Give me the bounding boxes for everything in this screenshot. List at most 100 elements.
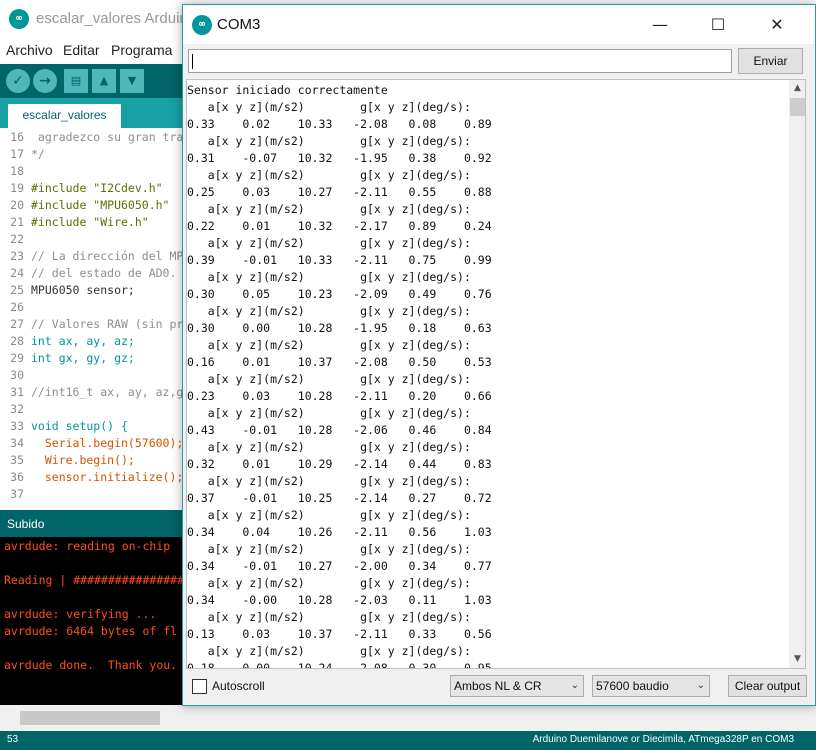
line-number: 18 <box>10 164 24 178</box>
console-line: avrdude done. Thank you. <box>4 658 178 672</box>
header-line: a[x y z](m/s2) g[x y z](deg/s): <box>187 338 471 352</box>
serial-input-field[interactable] <box>188 49 732 73</box>
reading-line: 0.30 0.05 10.23 -2.09 0.49 0.76 <box>187 287 492 301</box>
open-sketch-icon[interactable]: ▲ <box>92 69 116 93</box>
line-number: 31 <box>10 385 24 399</box>
header-line: a[x y z](m/s2) g[x y z](deg/s): <box>187 542 471 556</box>
code-text: //int16_t ax, ay, az,g <box>31 385 184 399</box>
line-ending-select[interactable]: Ambos NL & CR ⌄ <box>450 675 584 697</box>
maximize-button[interactable]: ☐ <box>695 5 741 44</box>
baud-rate-select[interactable]: 57600 baudio ⌄ <box>592 675 710 697</box>
code-text: #include "MPU6050.h" <box>31 198 170 212</box>
menu-archivo[interactable]: Archivo <box>6 42 53 58</box>
reading-line: 0.18 0.00 10.24 -2.08 0.30 0.95 <box>187 661 492 669</box>
line-number: 22 <box>10 232 24 246</box>
line-number: 24 <box>10 266 24 280</box>
line-number: 32 <box>10 402 24 416</box>
close-button[interactable]: ✕ <box>754 5 800 44</box>
reading-line: 0.34 -0.01 10.27 -2.00 0.34 0.77 <box>187 559 492 573</box>
line-number: 33 <box>10 419 24 433</box>
reading-line: 0.37 -0.01 10.25 -2.14 0.27 0.72 <box>187 491 492 505</box>
reading-line: 0.30 0.00 10.28 -1.95 0.18 0.63 <box>187 321 492 335</box>
header-line: a[x y z](m/s2) g[x y z](deg/s): <box>187 406 471 420</box>
line-number: 16 <box>10 130 24 144</box>
header-line: a[x y z](m/s2) g[x y z](deg/s): <box>187 576 471 590</box>
arduino-logo-icon: ∞ <box>9 9 29 29</box>
code-text: int ax, ay, az; <box>31 334 135 348</box>
header-line: a[x y z](m/s2) g[x y z](deg/s): <box>187 134 471 148</box>
scrollbar-thumb[interactable] <box>790 98 805 116</box>
reading-line: 0.16 0.01 10.37 -2.08 0.50 0.53 <box>187 355 492 369</box>
serial-monitor-title-bar: ∞ COM3 — ☐ ✕ <box>183 5 815 44</box>
upload-icon[interactable]: → <box>33 69 57 93</box>
menu-programa[interactable]: Programa <box>111 42 172 58</box>
serial-output-area[interactable]: Sensor iniciado correctamente a[x y z](m… <box>186 79 806 669</box>
serial-monitor-window: ∞ COM3 — ☐ ✕ Enviar Sensor iniciado corr… <box>182 4 816 706</box>
new-sketch-icon[interactable]: ▤ <box>64 69 88 93</box>
code-text: void setup() { <box>31 419 128 433</box>
line-ending-value: Ambos NL & CR <box>454 679 542 693</box>
code-text: #include "I2Cdev.h" <box>31 181 163 195</box>
scroll-down-icon[interactable]: ▼ <box>789 651 805 668</box>
header-line: a[x y z](m/s2) g[x y z](deg/s): <box>187 304 471 318</box>
header-line: a[x y z](m/s2) g[x y z](deg/s): <box>187 610 471 624</box>
reading-line: 0.34 -0.00 10.28 -2.03 0.11 1.03 <box>187 593 492 607</box>
console-horizontal-scrollbar[interactable] <box>0 705 816 731</box>
code-text: sensor.initialize(); <box>31 470 184 484</box>
code-text: // Valores RAW (sin pr <box>31 317 184 331</box>
line-number: 23 <box>10 249 24 263</box>
line-number: 36 <box>10 470 24 484</box>
code-text: */ <box>31 147 45 161</box>
ide-footer: 53 Arduino Duemilanove or Diecimila, ATm… <box>0 731 816 750</box>
ide-window-title: escalar_valores Arduino <box>36 10 197 27</box>
minimize-button[interactable]: — <box>637 5 683 44</box>
line-number: 20 <box>10 198 24 212</box>
reading-line: 0.34 0.04 10.26 -2.11 0.56 1.03 <box>187 525 492 539</box>
code-text: // La dirección del MP <box>31 249 184 263</box>
line-number: 21 <box>10 215 24 229</box>
reading-line: 0.33 0.02 10.33 -2.08 0.08 0.89 <box>187 117 492 131</box>
header-line: a[x y z](m/s2) g[x y z](deg/s): <box>187 236 471 250</box>
autoscroll-checkbox[interactable] <box>192 679 207 694</box>
code-text: Wire.begin(); <box>31 453 135 467</box>
line-number: 30 <box>10 368 24 382</box>
autoscroll-label: Autoscroll <box>212 679 265 693</box>
line-number-indicator: 53 <box>7 734 19 745</box>
reading-line: 0.23 0.03 10.28 -2.11 0.20 0.66 <box>187 389 492 403</box>
verify-icon[interactable]: ✓ <box>6 69 30 93</box>
tab-escalar-valores[interactable]: escalar_valores <box>8 104 121 128</box>
board-port-indicator: Arduino Duemilanove or Diecimila, ATmega… <box>532 734 794 745</box>
serial-monitor-title: COM3 <box>217 16 261 33</box>
line-number: 29 <box>10 351 24 365</box>
code-text: MPU6050 sensor; <box>31 283 135 297</box>
header-line: a[x y z](m/s2) g[x y z](deg/s): <box>187 168 471 182</box>
serial-output-lines: Sensor iniciado correctamente a[x y z](m… <box>187 82 787 669</box>
chevron-down-icon: ⌄ <box>696 680 705 691</box>
arduino-logo-icon: ∞ <box>192 15 212 35</box>
chevron-down-icon: ⌄ <box>570 680 579 691</box>
line-number: 37 <box>10 487 24 501</box>
send-button[interactable]: Enviar <box>738 48 803 74</box>
line-number: 19 <box>10 181 24 195</box>
console-line: avrdude: reading on-chip <box>4 539 178 553</box>
status-line: Sensor iniciado correctamente <box>187 83 388 97</box>
header-line: a[x y z](m/s2) g[x y z](deg/s): <box>187 100 471 114</box>
scrollbar-thumb[interactable] <box>20 711 160 725</box>
save-sketch-icon[interactable]: ▼ <box>120 69 144 93</box>
header-line: a[x y z](m/s2) g[x y z](deg/s): <box>187 440 471 454</box>
code-text: Serial.begin(57600); <box>31 436 184 450</box>
line-number: 27 <box>10 317 24 331</box>
clear-output-button[interactable]: Clear output <box>728 675 807 697</box>
reading-line: 0.43 -0.01 10.28 -2.06 0.46 0.84 <box>187 423 492 437</box>
menu-editar[interactable]: Editar <box>63 42 100 58</box>
line-number: 17 <box>10 147 24 161</box>
line-number: 28 <box>10 334 24 348</box>
header-line: a[x y z](m/s2) g[x y z](deg/s): <box>187 474 471 488</box>
output-scrollbar[interactable]: ▲ ▼ <box>789 80 805 668</box>
reading-line: 0.39 -0.01 10.33 -2.11 0.75 0.99 <box>187 253 492 267</box>
reading-line: 0.13 0.03 10.37 -2.11 0.33 0.56 <box>187 627 492 641</box>
upload-status-text: Subido <box>7 517 45 531</box>
header-line: a[x y z](m/s2) g[x y z](deg/s): <box>187 508 471 522</box>
scroll-up-icon[interactable]: ▲ <box>789 80 805 97</box>
line-number: 35 <box>10 453 24 467</box>
